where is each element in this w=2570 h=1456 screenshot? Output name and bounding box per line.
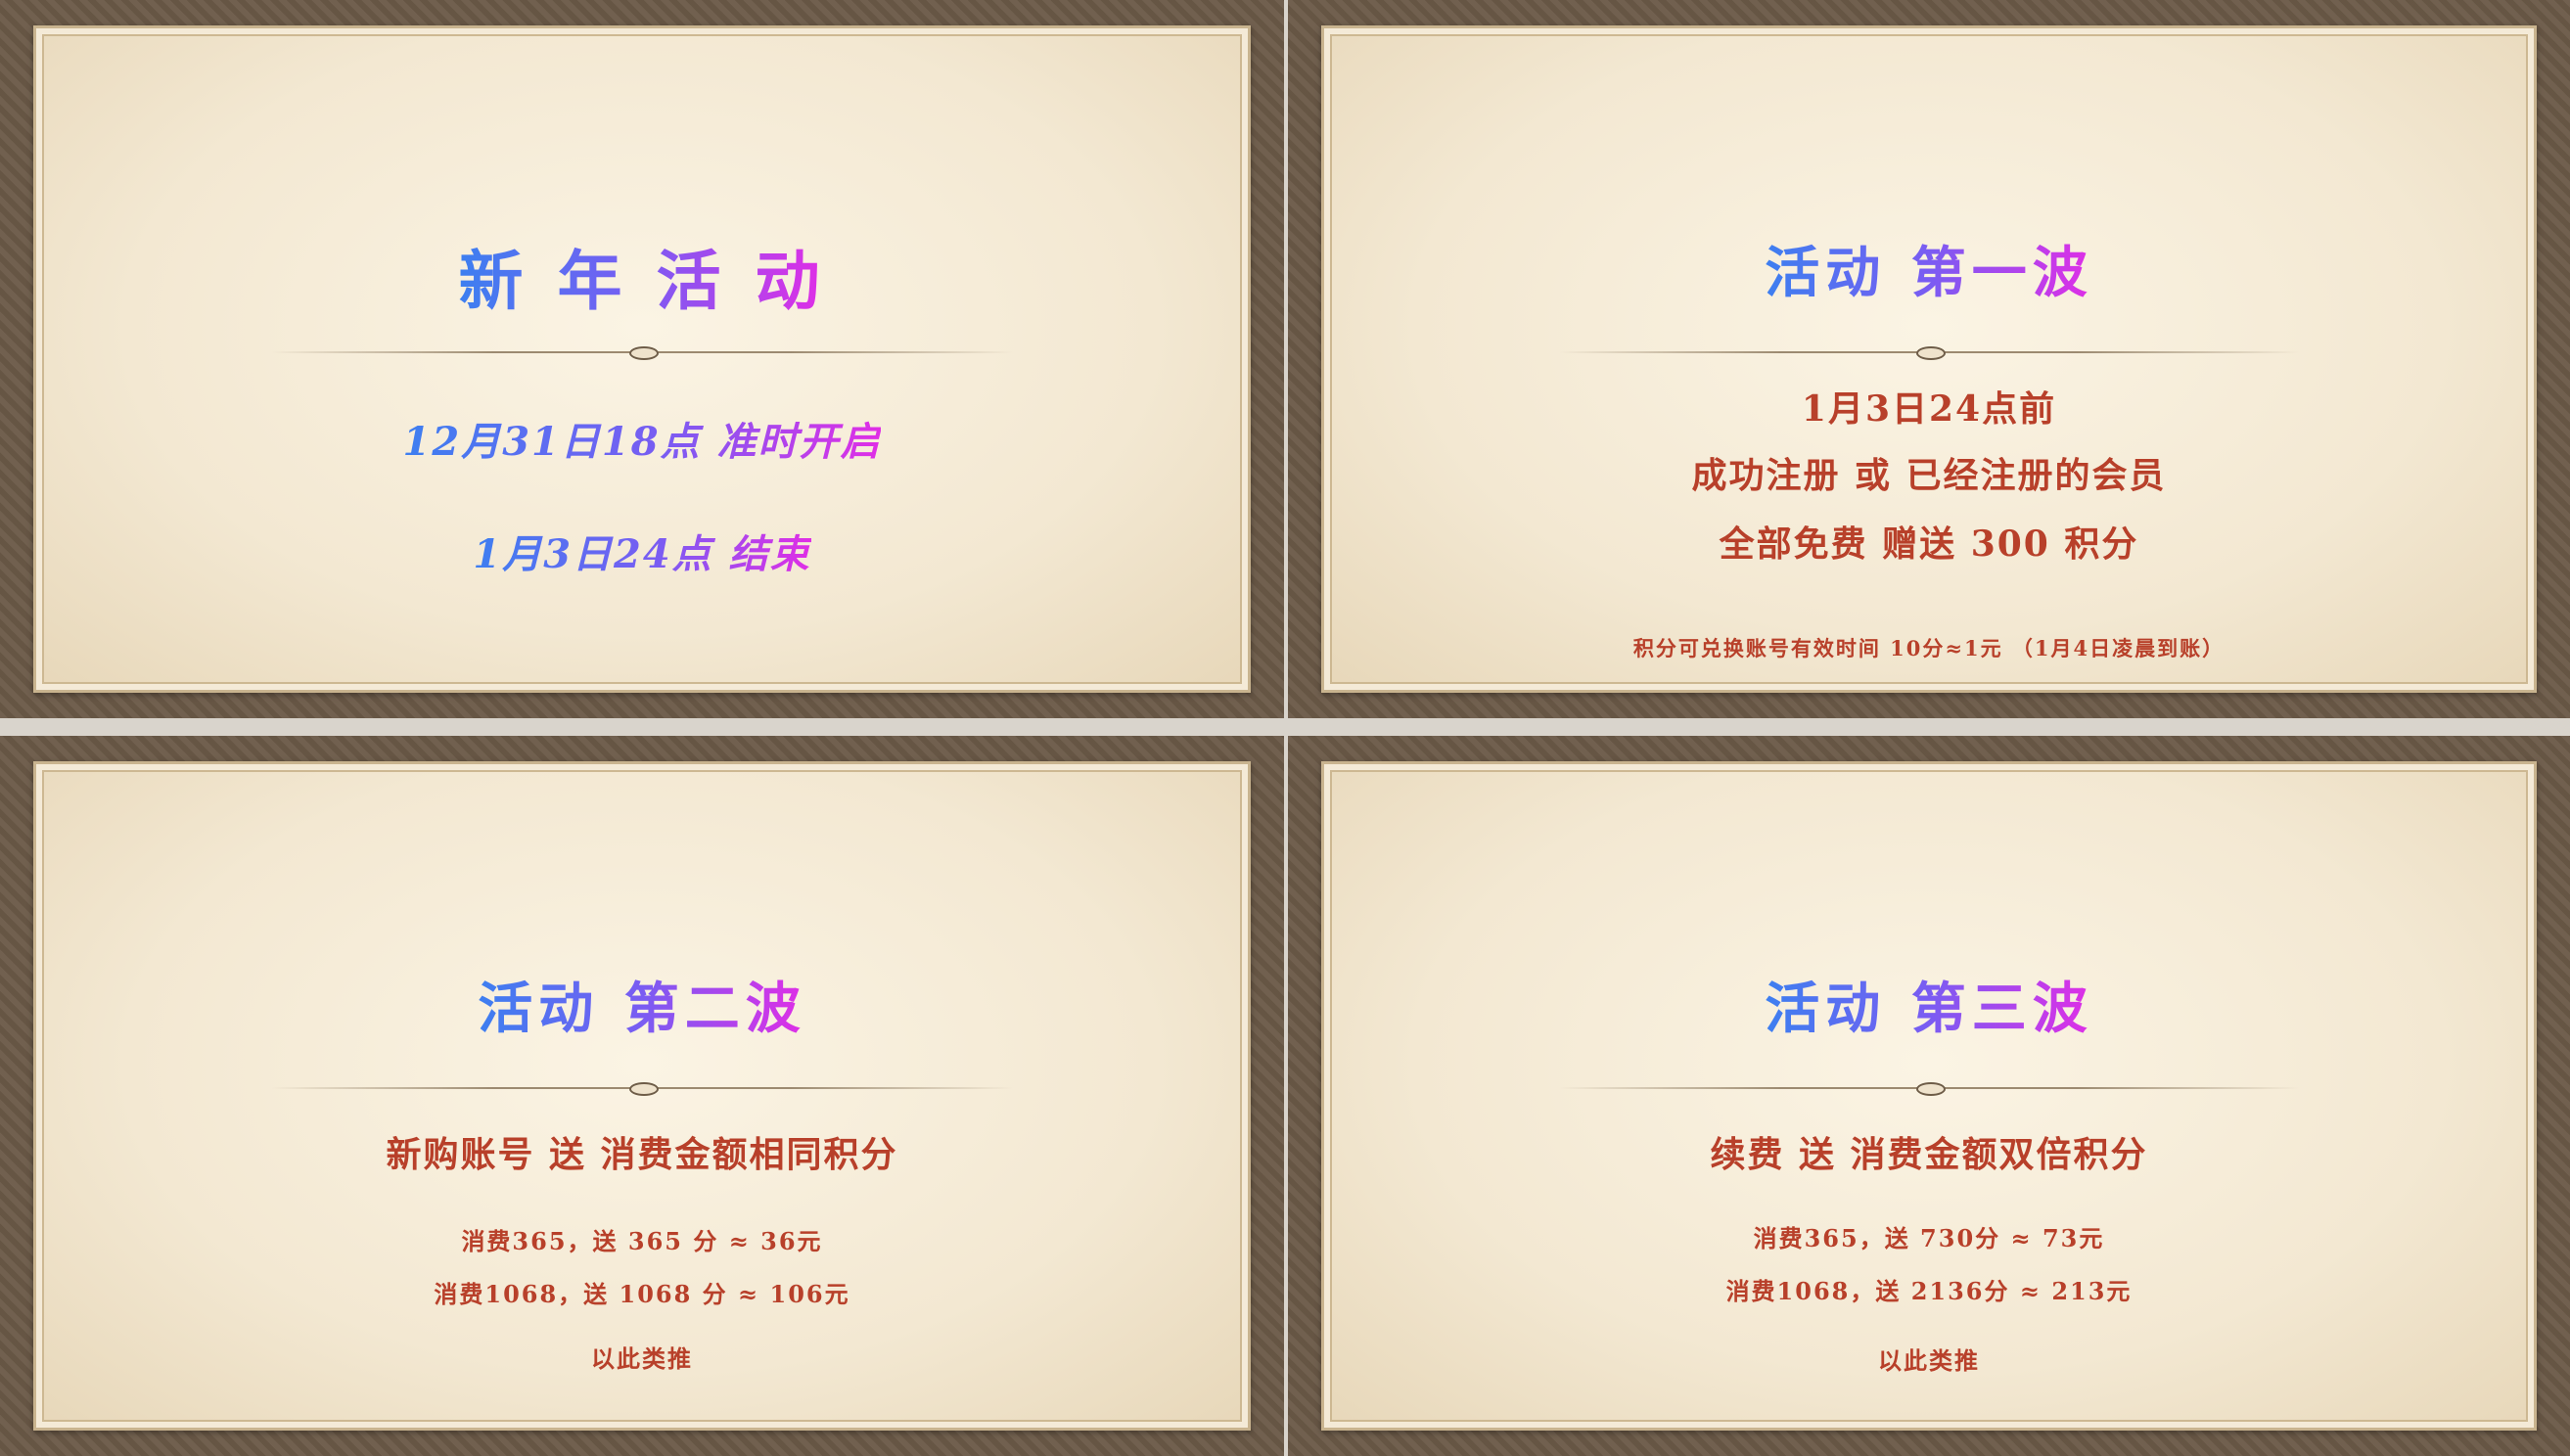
slide-new-year[interactable]: 新 年 活 动 12月31日18点 准时开启 1月3日24点 结束 bbox=[0, 0, 1284, 718]
slide-title: 活动 第三波 bbox=[1765, 965, 2093, 1044]
slide-paper: 新 年 活 动 12月31日18点 准时开启 1月3日24点 结束 bbox=[33, 25, 1251, 693]
slide-title: 活动 第二波 bbox=[478, 965, 806, 1044]
ornamental-divider bbox=[271, 1082, 1013, 1096]
ornamental-divider bbox=[1559, 346, 2299, 360]
reward-text: 全部免费 赠送 300 积分 bbox=[1719, 523, 2139, 565]
slide-paper: 活动 第二波 新购账号 送 消费金额相同积分 消费365，送 365 分 ≈ 3… bbox=[33, 761, 1251, 1431]
slide-paper: 活动 第一波 1月3日24点前 成功注册 或 已经注册的会员 全部免费 赠送 3… bbox=[1321, 25, 2537, 693]
slide-wave-three[interactable]: 活动 第三波 续费 送 消费金额双倍积分 消费365，送 730分 ≈ 73元 … bbox=[1288, 736, 2570, 1456]
ornamental-divider bbox=[1559, 1082, 2299, 1096]
ornamental-divider bbox=[271, 346, 1013, 360]
promo-headline: 续费 送 消费金额双倍积分 bbox=[1710, 1134, 2148, 1175]
points-note: 积分可兑换账号有效时间 10分≈1元 （1月4日凌晨到账） bbox=[1632, 636, 2226, 660]
example-line: 消费365，送 365 分 ≈ 36元 bbox=[461, 1227, 823, 1255]
slide-paper: 活动 第三波 续费 送 消费金额双倍积分 消费365，送 730分 ≈ 73元 … bbox=[1321, 761, 2537, 1431]
divider-knot-icon bbox=[629, 1082, 659, 1096]
slide-grid: 新 年 活 动 12月31日18点 准时开启 1月3日24点 结束 活动 第一波… bbox=[0, 0, 2570, 1456]
divider-knot-icon bbox=[629, 346, 659, 360]
divider-knot-icon bbox=[1916, 1082, 1946, 1096]
slide-wave-one[interactable]: 活动 第一波 1月3日24点前 成功注册 或 已经注册的会员 全部免费 赠送 3… bbox=[1288, 0, 2570, 718]
example-line: 消费365，送 730分 ≈ 73元 bbox=[1753, 1224, 2105, 1252]
start-time-text: 12月31日18点 准时开启 bbox=[403, 410, 882, 467]
example-line: 消费1068，送 2136分 ≈ 213元 bbox=[1725, 1277, 2133, 1305]
deadline-text: 1月3日24点前 bbox=[1801, 388, 2057, 430]
footer-text: 以此类推 bbox=[591, 1344, 693, 1373]
footer-text: 以此类推 bbox=[1878, 1346, 1980, 1375]
eligibility-text: 成功注册 或 已经注册的会员 bbox=[1691, 455, 2167, 496]
slide-wave-two[interactable]: 活动 第二波 新购账号 送 消费金额相同积分 消费365，送 365 分 ≈ 3… bbox=[0, 736, 1284, 1456]
slide-title: 活动 第一波 bbox=[1765, 229, 2093, 308]
promo-headline: 新购账号 送 消费金额相同积分 bbox=[386, 1134, 898, 1175]
divider-knot-icon bbox=[1916, 346, 1946, 360]
example-line: 消费1068，送 1068 分 ≈ 106元 bbox=[434, 1280, 850, 1308]
end-time-text: 1月3日24点 结束 bbox=[473, 523, 810, 579]
slide-title: 新 年 活 动 bbox=[459, 229, 826, 323]
